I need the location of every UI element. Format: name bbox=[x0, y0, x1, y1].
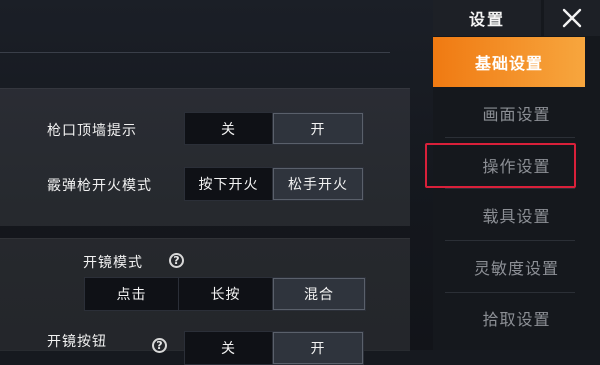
sidebar-divider bbox=[445, 240, 575, 241]
scope-button-toggle: 关 开 bbox=[184, 331, 364, 365]
shotgun-fire-mode-toggle: 按下开火 松手开火 bbox=[184, 167, 364, 201]
scope-mode-help-icon[interactable]: ? bbox=[169, 253, 184, 268]
top-divider bbox=[0, 52, 390, 53]
settings-group-1: 枪口顶墙提示 关 开 霰弹枪开火模式 按下开火 松手开火 bbox=[0, 88, 410, 226]
scope-button-off-option[interactable]: 关 bbox=[185, 332, 273, 364]
sidebar-item-vehicle-settings[interactable]: 载具设置 bbox=[433, 190, 600, 240]
sidebar-item-pickup-settings[interactable]: 拾取设置 bbox=[433, 293, 600, 343]
fire-on-release-option[interactable]: 松手开火 bbox=[273, 168, 363, 200]
close-button[interactable] bbox=[544, 0, 600, 36]
scope-mode-selector: 点击 长按 混合 bbox=[84, 277, 366, 311]
sidebar-title: 设置 bbox=[433, 0, 541, 36]
scope-mode-label: 开镜模式 bbox=[83, 255, 143, 271]
shotgun-fire-mode-label: 霰弹枪开火模式 bbox=[47, 178, 152, 194]
scope-mode-tap-option[interactable]: 点击 bbox=[85, 278, 179, 310]
scope-mode-hold-option[interactable]: 长按 bbox=[179, 278, 273, 310]
fire-on-press-option[interactable]: 按下开火 bbox=[185, 168, 273, 200]
muzzle-wall-hint-label: 枪口顶墙提示 bbox=[47, 123, 137, 139]
sidebar-divider bbox=[445, 188, 575, 189]
muzzle-wall-hint-on-option[interactable]: 开 bbox=[273, 113, 363, 144]
sidebar-item-control-settings[interactable]: 操作设置 bbox=[433, 140, 600, 190]
scope-button-help-icon[interactable]: ? bbox=[152, 338, 167, 353]
muzzle-wall-hint-toggle: 关 开 bbox=[184, 112, 364, 145]
scope-mode-mixed-option[interactable]: 混合 bbox=[273, 278, 365, 310]
sidebar-item-basic-settings[interactable]: 基础设置 bbox=[433, 37, 585, 87]
close-icon bbox=[562, 8, 582, 28]
settings-group-2: 开镜模式 ? 点击 长按 混合 开镜按钮 ? 关 开 bbox=[0, 238, 410, 365]
scope-button-label: 开镜按钮 bbox=[47, 334, 107, 350]
sidebar-item-sensitivity-settings[interactable]: 灵敏度设置 bbox=[433, 242, 600, 292]
muzzle-wall-hint-off-option[interactable]: 关 bbox=[185, 113, 273, 144]
sidebar-item-display-settings[interactable]: 画面设置 bbox=[433, 88, 600, 138]
scope-button-on-option[interactable]: 开 bbox=[273, 332, 363, 364]
